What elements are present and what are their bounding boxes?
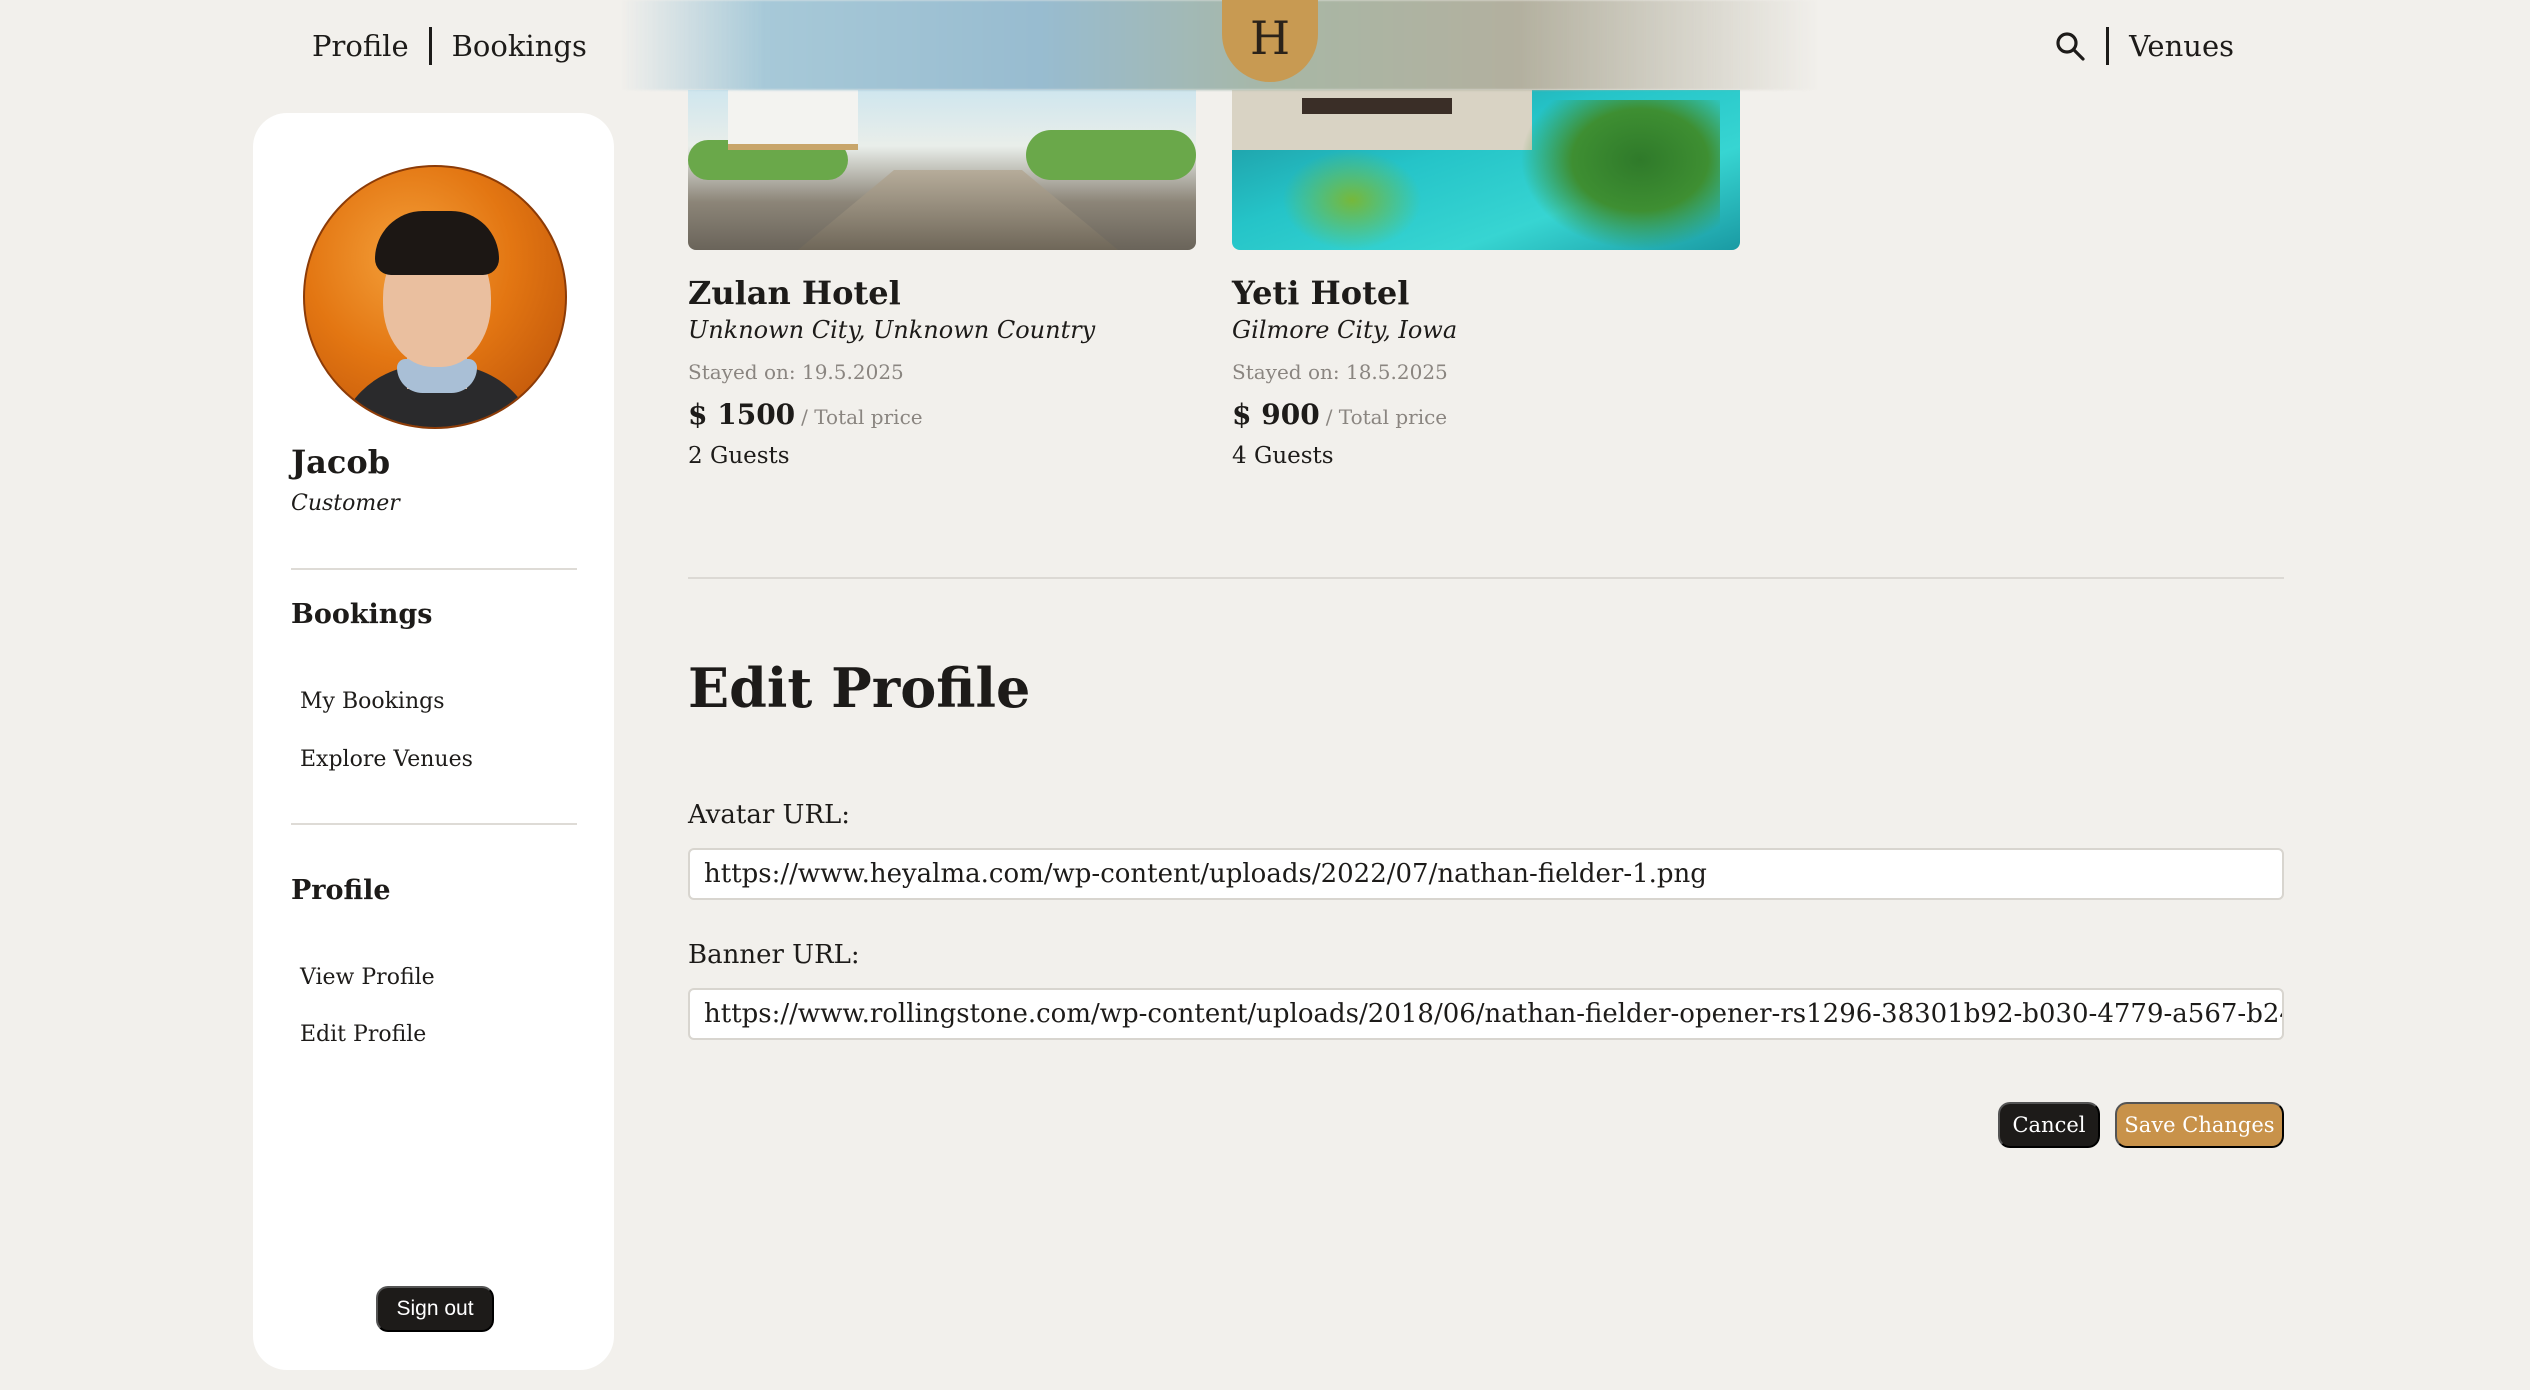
booking-card-image[interactable] bbox=[688, 90, 1196, 250]
sidebar-item-view-profile[interactable]: View Profile bbox=[300, 965, 435, 990]
banner-url-input[interactable]: https://www.rollingstone.com/wp-content/… bbox=[688, 988, 2284, 1040]
booking-card[interactable]: Zulan Hotel Unknown City, Unknown Countr… bbox=[688, 90, 1196, 469]
page-title: Edit Profile bbox=[688, 656, 1031, 720]
primary-nav: Profile Bookings bbox=[312, 24, 587, 68]
booking-location: Unknown City, Unknown Country bbox=[688, 316, 1096, 344]
sidebar-heading-bookings: Bookings bbox=[291, 599, 433, 630]
cancel-button[interactable]: Cancel bbox=[1998, 1102, 2100, 1148]
booking-location: Gilmore City, Iowa bbox=[1232, 316, 1458, 344]
booking-stayed-date: Stayed on: 18.5.2025 bbox=[1232, 360, 1448, 384]
secondary-nav: Venues bbox=[2054, 24, 2234, 68]
avatar bbox=[303, 165, 567, 429]
banner-url-label: Banner URL: bbox=[688, 940, 860, 970]
top-header: Profile Bookings H Venues bbox=[0, 0, 2530, 90]
nav-venues-link[interactable]: Venues bbox=[2129, 29, 2234, 63]
profile-sidebar: Jacob Customer Bookings My Bookings Expl… bbox=[253, 113, 614, 1370]
save-changes-button[interactable]: Save Changes bbox=[2115, 1102, 2284, 1148]
nav-bookings-link[interactable]: Bookings bbox=[452, 29, 587, 63]
booking-price: $ 900 / Total price bbox=[1232, 398, 1740, 431]
nav-separator bbox=[2106, 27, 2110, 65]
nav-profile-link[interactable]: Profile bbox=[312, 29, 409, 63]
booking-guests: 4 Guests bbox=[1232, 443, 1334, 469]
booking-guests: 2 Guests bbox=[688, 443, 790, 469]
booking-price-label: / Total price bbox=[801, 405, 923, 429]
sidebar-divider bbox=[291, 568, 577, 570]
sidebar-heading-profile: Profile bbox=[291, 875, 391, 906]
header-banner-image bbox=[620, 0, 1820, 90]
booking-stayed-date: Stayed on: 19.5.2025 bbox=[688, 360, 904, 384]
avatar-url-label: Avatar URL: bbox=[688, 800, 851, 830]
booking-card[interactable]: Yeti Hotel Gilmore City, Iowa Stayed on:… bbox=[1232, 90, 1740, 469]
sidebar-item-edit-profile[interactable]: Edit Profile bbox=[300, 1022, 426, 1047]
sidebar-item-my-bookings[interactable]: My Bookings bbox=[300, 689, 445, 714]
sidebar-item-explore-venues[interactable]: Explore Venues bbox=[300, 747, 473, 772]
sign-out-button[interactable]: Sign out bbox=[376, 1286, 494, 1332]
booking-price: $ 1500 / Total price bbox=[688, 398, 1196, 431]
sidebar-divider bbox=[291, 823, 577, 825]
avatar-url-input[interactable]: https://www.heyalma.com/wp-content/uploa… bbox=[688, 848, 2284, 900]
booking-price-amount: $ 1500 bbox=[688, 398, 796, 431]
booking-price-label: / Total price bbox=[1325, 405, 1448, 429]
booking-hotel-name[interactable]: Zulan Hotel bbox=[688, 274, 1196, 312]
user-role: Customer bbox=[291, 491, 400, 516]
booking-price-amount: $ 900 bbox=[1232, 398, 1320, 431]
search-icon[interactable] bbox=[2054, 30, 2086, 62]
nav-separator bbox=[428, 27, 432, 65]
booking-card-image[interactable] bbox=[1232, 90, 1740, 250]
booking-hotel-name[interactable]: Yeti Hotel bbox=[1232, 274, 1740, 312]
user-name: Jacob bbox=[291, 443, 391, 481]
section-divider bbox=[688, 577, 2284, 579]
